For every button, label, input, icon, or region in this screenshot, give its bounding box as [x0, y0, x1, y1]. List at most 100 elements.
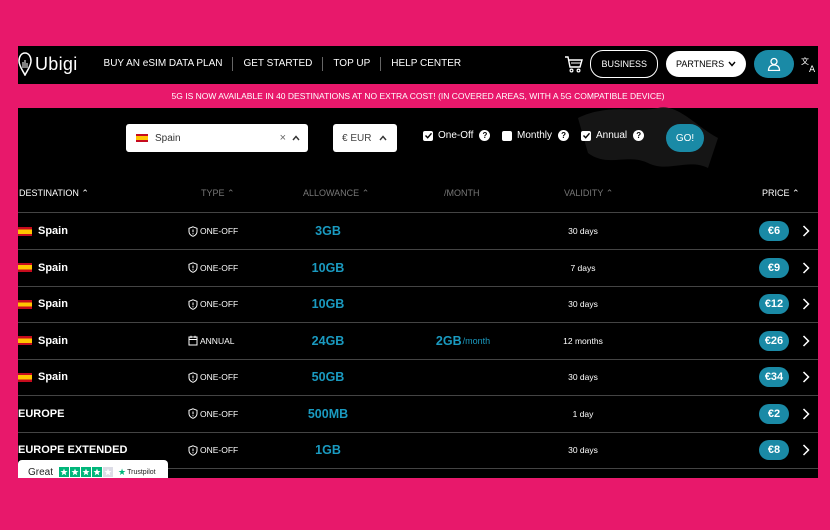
star-icon [59, 467, 70, 477]
allowance-value: 3GB [315, 224, 341, 238]
per-month-unit: /month [462, 335, 491, 346]
row-arrow[interactable] [802, 396, 810, 432]
price-button[interactable]: €2 [759, 403, 789, 424]
destination-name: Spain [38, 261, 68, 274]
shield-icon [188, 262, 198, 273]
nav-links: BUY AN eSIM DATA PLAN GET STARTED TOP UP… [94, 57, 472, 71]
annual-checkbox[interactable] [581, 130, 591, 141]
allowance-value: 500MB [307, 406, 349, 421]
validity-value: 30 days [568, 372, 598, 382]
row-arrow[interactable] [802, 432, 810, 468]
go-button[interactable]: GO! [666, 124, 704, 152]
validity-cell: 30 days [528, 286, 638, 322]
destination-select[interactable]: Spain × [126, 124, 308, 152]
price-cell: €6 [759, 213, 789, 249]
table-row[interactable]: Spain ONE-OFF 10GB 30 days €12 [18, 286, 818, 323]
filter-annual[interactable]: Annual ? [581, 130, 645, 141]
destination-name: Spain [38, 371, 68, 383]
spain-flag-icon [18, 263, 32, 272]
nav-link-get-started[interactable]: GET STARTED [233, 57, 324, 71]
help-icon[interactable]: ? [633, 130, 645, 141]
check-icon [582, 132, 590, 139]
partners-dropdown[interactable]: PARTNERS [666, 51, 746, 77]
shield-icon [188, 298, 198, 310]
header-destination[interactable]: DESTINATION ⌃ [19, 188, 89, 199]
header-allowance[interactable]: ALLOWANCE ⌃ [303, 188, 369, 199]
sort-up-icon: ⌃ [81, 188, 89, 198]
row-arrow[interactable] [802, 323, 810, 359]
row-arrow[interactable] [802, 359, 810, 395]
table-row[interactable]: Spain ONE-OFF 3GB 30 days €6 [18, 213, 818, 250]
monthly-checkbox[interactable] [502, 130, 512, 141]
row-arrow[interactable] [802, 286, 810, 322]
type-cell: ONE-OFF [188, 396, 238, 432]
trustpilot-star-icon: ★ [118, 466, 127, 477]
row-arrow[interactable] [802, 250, 810, 286]
plan-type: ONE-OFF [200, 408, 239, 419]
header-month-label: /MONTH [444, 188, 480, 198]
trustpilot-brand: Trustpilot [127, 468, 156, 476]
header-price[interactable]: PRICE ⌃ [762, 188, 800, 199]
account-button[interactable] [754, 50, 794, 78]
plan-type: ANNUAL [200, 335, 235, 346]
calendar-icon [188, 335, 198, 346]
filter-monthly[interactable]: Monthly ? [502, 130, 570, 141]
filter-one-off[interactable]: One-Off ? [423, 130, 491, 141]
clear-icon[interactable]: × [280, 132, 286, 144]
table-header: DESTINATION ⌃ TYPE ⌃ ALLOWANCE ⌃ /MONTH … [18, 176, 818, 213]
allowance-cell: 1GB [278, 432, 378, 468]
language-icon[interactable]: 文 A [800, 55, 818, 73]
nav-link-help-center[interactable]: HELP CENTER [381, 57, 471, 71]
chevron-right-icon [802, 298, 810, 310]
type-cell: ANNUAL [188, 323, 234, 359]
business-button[interactable]: BUSINESS [590, 50, 658, 78]
price-button[interactable]: €9 [759, 257, 789, 278]
validity-cell: 1 day [528, 396, 638, 432]
price-button[interactable]: €26 [759, 330, 789, 351]
table-row[interactable]: Spain ONE-OFF 50GB 30 days €34 [18, 359, 818, 396]
type-cell: ONE-OFF [188, 250, 238, 286]
allowance-value: 24GB [311, 333, 345, 348]
currency-select[interactable]: € EUR [333, 124, 397, 152]
trustpilot-logo: ★ Trustpilot [118, 467, 156, 478]
table-row[interactable]: EUROPE ONE-OFF 500MB 1 day €2 [18, 396, 818, 433]
chevron-right-icon [802, 444, 810, 456]
help-icon[interactable]: ? [558, 130, 570, 141]
logo[interactable]: Ubigi [18, 52, 78, 76]
validity-cell: 30 days [528, 213, 638, 249]
price-cell: €2 [759, 396, 789, 432]
filter-bar: Spain × € EUR One-Off ? Monthly ? Annual… [18, 107, 818, 176]
price-button[interactable]: €34 [759, 367, 789, 387]
row-arrow[interactable] [802, 213, 810, 249]
table-row[interactable]: Spain ANNUAL 24GB 2GB/month 12 months €26 [18, 323, 818, 360]
shield-icon [188, 371, 198, 383]
trustpilot-stars [59, 467, 114, 477]
validity-value: 12 months [563, 335, 603, 346]
price-button[interactable]: €8 [759, 440, 789, 460]
header-validity[interactable]: VALIDITY ⌃ [564, 188, 613, 199]
validity-value: 7 days [570, 262, 596, 273]
help-icon[interactable]: ? [479, 130, 491, 141]
destination-cell: EUROPE [18, 396, 64, 432]
destination-cell: Spain [18, 323, 68, 359]
plan-type: ONE-OFF [200, 372, 239, 382]
spain-flag-icon [136, 134, 148, 142]
one-off-checkbox[interactable] [423, 130, 433, 141]
header-type[interactable]: TYPE ⌃ [201, 188, 235, 199]
star-icon [103, 467, 114, 477]
spain-flag-icon [18, 372, 32, 382]
price-button[interactable]: €12 [759, 294, 789, 314]
user-icon [767, 57, 781, 71]
star-icon [92, 467, 103, 477]
currency-value: € EUR [342, 132, 372, 144]
table-row[interactable]: Spain ONE-OFF 10GB 7 days €9 [18, 250, 818, 287]
cart-icon[interactable] [564, 54, 584, 74]
sort-up-icon: ⌃ [227, 188, 235, 198]
nav-link-top-up[interactable]: TOP UP [323, 57, 382, 71]
header-allowance-label: ALLOWANCE [303, 188, 360, 198]
price-button[interactable]: €6 [759, 221, 789, 241]
allowance-cell: 50GB [278, 359, 378, 395]
nav-link-buy-esim[interactable]: BUY AN eSIM DATA PLAN [94, 57, 234, 71]
trustpilot-widget[interactable]: Great ★ Trustpilot [18, 460, 168, 478]
per-month-cell [418, 250, 508, 286]
